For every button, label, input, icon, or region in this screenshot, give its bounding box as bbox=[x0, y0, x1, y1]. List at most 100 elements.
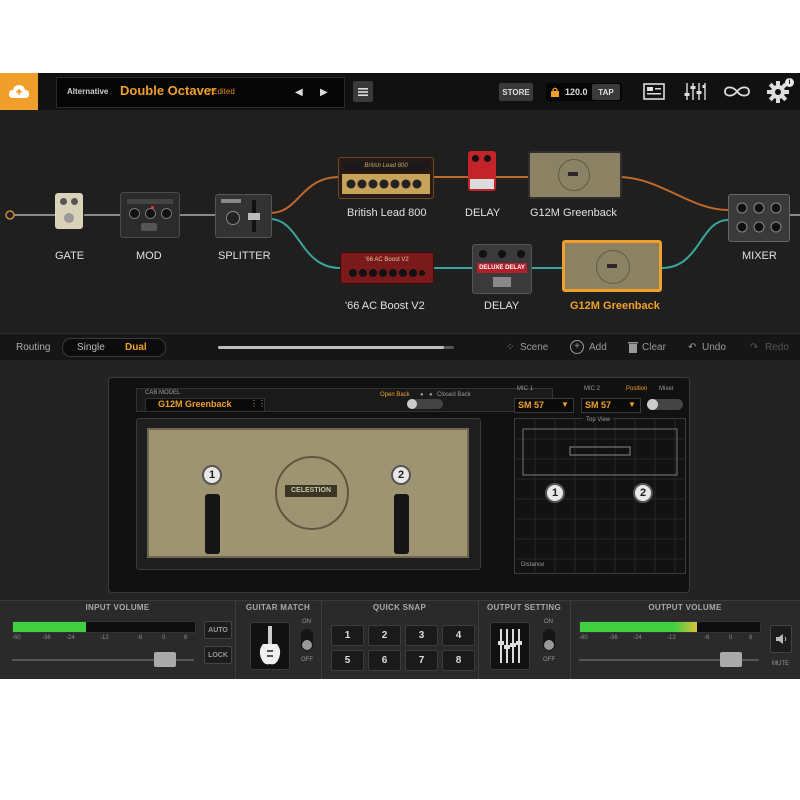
cloud-icon[interactable] bbox=[0, 73, 38, 110]
snap-button-5[interactable]: 5 bbox=[331, 650, 364, 671]
mixer-view-icon[interactable] bbox=[684, 82, 706, 101]
delay1-label: DELAY bbox=[465, 207, 501, 219]
mixer-option[interactable]: Mixer bbox=[659, 386, 674, 392]
trash-icon[interactable] bbox=[628, 341, 638, 353]
dropdown-arrow-icon: ▼ bbox=[628, 400, 636, 409]
mic2-icon[interactable] bbox=[394, 494, 409, 554]
output-volume-handle[interactable] bbox=[720, 652, 742, 667]
input-jack-icon bbox=[5, 210, 15, 220]
cab-editor: CAB MODEL G12M Greenback ⋮⋮ Open Back ● … bbox=[0, 360, 800, 600]
cab1-label: G12M Greenback bbox=[530, 207, 617, 219]
mic-panel: MIC 1 MIC 2 Position Mixer SM 57 ▼ SM 57… bbox=[514, 386, 686, 584]
cab-model-dropdown[interactable]: G12M Greenback ⋮⋮ bbox=[145, 398, 266, 412]
mic1-position-marker[interactable]: 1 bbox=[545, 483, 565, 503]
output-setting-header: OUTPUT SETTING bbox=[487, 603, 561, 612]
amp1-module[interactable]: British Lead 800 bbox=[338, 157, 434, 199]
gate-pedal[interactable] bbox=[55, 193, 83, 229]
signal-chain: GATE MOD SPLITTER British Lead 800 Briti… bbox=[0, 110, 800, 333]
clear-button[interactable]: Clear bbox=[642, 342, 666, 353]
scale-tick: 6 bbox=[749, 635, 753, 641]
snap-button-1[interactable]: 1 bbox=[331, 625, 364, 646]
output-setting-button[interactable] bbox=[490, 622, 530, 670]
chain-scrollbar[interactable] bbox=[218, 346, 454, 349]
cabinet-grille: CELESTION bbox=[147, 428, 469, 558]
tempo-value[interactable]: 120.0 bbox=[565, 87, 588, 97]
output-setting-on-label: ON bbox=[544, 619, 553, 625]
input-level-meter bbox=[12, 621, 196, 633]
mute-label: MUTE bbox=[772, 661, 789, 667]
amp2-module[interactable]: '66 AC Boost V2 bbox=[340, 252, 434, 284]
scale-tick: -6 bbox=[704, 635, 710, 641]
splitter-module[interactable] bbox=[215, 194, 272, 238]
store-button[interactable]: STORE bbox=[499, 83, 533, 101]
mic1-icon[interactable] bbox=[205, 494, 220, 554]
snap-button-3[interactable]: 3 bbox=[405, 625, 438, 646]
scale-tick: -12 bbox=[667, 635, 676, 641]
snap-button-2[interactable]: 2 bbox=[368, 625, 401, 646]
prev-preset-icon[interactable]: ◀ bbox=[295, 87, 303, 98]
next-preset-icon[interactable]: ▶ bbox=[320, 87, 328, 98]
cabinet-body: CELESTION 1 2 bbox=[136, 418, 481, 570]
position-mixer-toggle[interactable] bbox=[647, 399, 683, 410]
lock-icon[interactable] bbox=[551, 87, 559, 97]
back-toggle[interactable] bbox=[407, 399, 443, 409]
delay2-nameplate: DELUXE DELAY bbox=[477, 263, 527, 273]
cab-editor-frame: CAB MODEL G12M Greenback ⋮⋮ Open Back ● … bbox=[108, 377, 690, 593]
scene-button[interactable]: Scene bbox=[520, 342, 548, 353]
auto-button[interactable]: AUTO bbox=[204, 621, 232, 639]
add-icon[interactable]: + bbox=[570, 340, 584, 354]
scene-icon[interactable]: ⁘ bbox=[506, 342, 514, 353]
mic2-dropdown[interactable]: SM 57 ▼ bbox=[581, 398, 641, 413]
browser-icon[interactable] bbox=[643, 83, 665, 100]
output-scale: -60 -36 -24 -12 -6 0 6 bbox=[579, 635, 759, 643]
closed-back-option[interactable]: Closed Back bbox=[437, 392, 471, 398]
snap-button-8[interactable]: 8 bbox=[442, 650, 475, 671]
bottom-panel: INPUT VOLUME GUITAR MATCH QUICK SNAP OUT… bbox=[0, 600, 800, 679]
input-volume-handle[interactable] bbox=[154, 652, 176, 667]
mod-pedal[interactable] bbox=[120, 192, 180, 238]
mod-label: MOD bbox=[136, 250, 162, 262]
output-setting-switch[interactable] bbox=[543, 629, 555, 651]
undo-button[interactable]: Undo bbox=[702, 342, 726, 353]
mic1-dropdown[interactable]: SM 57 ▼ bbox=[514, 398, 574, 413]
guitar-match-button[interactable] bbox=[250, 622, 290, 670]
tap-button[interactable]: TAP bbox=[592, 84, 620, 100]
scale-tick: 6 bbox=[184, 635, 188, 641]
routing-single-option[interactable]: Single bbox=[77, 342, 105, 353]
routing-dual-option[interactable]: Dual bbox=[125, 342, 147, 353]
cab2-module-selected[interactable] bbox=[562, 240, 662, 292]
snap-button-4[interactable]: 4 bbox=[442, 625, 475, 646]
preset-list-button[interactable] bbox=[353, 81, 373, 102]
mute-button[interactable] bbox=[770, 625, 792, 653]
grid-icon: ⋮⋮ bbox=[250, 399, 266, 408]
mic1-marker[interactable]: 1 bbox=[202, 465, 222, 485]
delay1-pedal[interactable] bbox=[468, 151, 496, 191]
amp2-knobs bbox=[349, 269, 425, 277]
snap-button-6[interactable]: 6 bbox=[368, 650, 401, 671]
snap-button-7[interactable]: 7 bbox=[405, 650, 438, 671]
lock-button[interactable]: LOCK bbox=[204, 646, 232, 664]
position-option[interactable]: Position bbox=[626, 386, 647, 392]
cab1-module[interactable] bbox=[528, 151, 622, 199]
add-button[interactable]: Add bbox=[589, 342, 607, 353]
mixer-module[interactable] bbox=[728, 194, 790, 242]
mic2-position-marker[interactable]: 2 bbox=[633, 483, 653, 503]
open-back-dot: ● bbox=[420, 392, 424, 398]
undo-icon[interactable]: ↶ bbox=[688, 342, 696, 353]
cabinet-brand-badge: CELESTION bbox=[285, 485, 337, 497]
guitar-match-switch[interactable] bbox=[301, 629, 313, 651]
scale-tick: 0 bbox=[729, 635, 733, 641]
amp1-nameplate: British Lead 800 bbox=[342, 161, 430, 171]
guitar-icon bbox=[259, 626, 281, 665]
open-back-option[interactable]: Open Back bbox=[380, 392, 410, 398]
cab-model-bar: CAB MODEL G12M Greenback ⋮⋮ Open Back ● … bbox=[136, 388, 553, 412]
delay2-pedal[interactable]: DELUXE DELAY bbox=[472, 244, 532, 294]
mic2-marker[interactable]: 2 bbox=[391, 465, 411, 485]
gate-knob bbox=[60, 198, 67, 205]
preset-selector[interactable]: Alternative Double Octaver *Edited ◀ ▶ bbox=[56, 77, 345, 108]
mic-top-view[interactable]: Top View 1 2 Distance bbox=[514, 417, 686, 574]
routing-label: Routing bbox=[16, 342, 51, 353]
preset-bank: Alternative bbox=[67, 87, 109, 96]
loop-icon[interactable] bbox=[724, 85, 750, 98]
dropdown-arrow-icon: ▼ bbox=[561, 400, 569, 409]
